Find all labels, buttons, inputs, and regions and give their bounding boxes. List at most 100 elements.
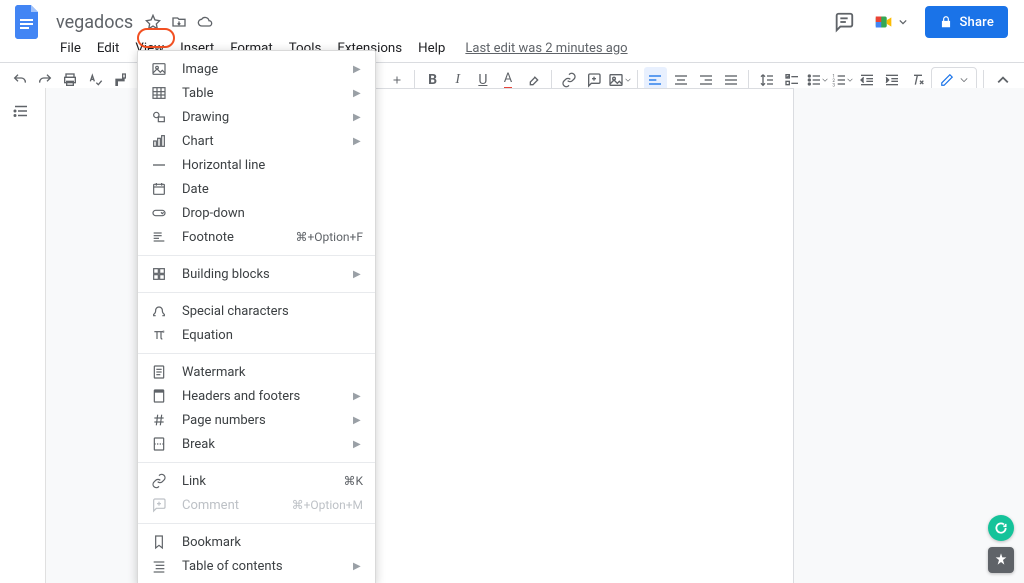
menu-item-shortcut: ⌘+Option+M: [292, 498, 363, 512]
menu-item-label: Link: [182, 474, 329, 489]
star-icon[interactable]: [145, 14, 161, 30]
cloud-icon[interactable]: [197, 14, 213, 30]
toolbar-separator: [551, 70, 552, 90]
insert-menu-item-break[interactable]: Break ▶: [138, 432, 375, 456]
meet-button[interactable]: [873, 11, 907, 33]
menu-separator: [138, 523, 375, 524]
insert-menu-item-drawing[interactable]: Drawing ▶: [138, 105, 375, 129]
move-icon[interactable]: [171, 14, 187, 30]
toolbar-separator: [748, 70, 749, 90]
menu-help[interactable]: Help: [410, 38, 453, 59]
menu-item-label: Bookmark: [182, 535, 363, 550]
break-icon: [150, 435, 168, 453]
headers-icon: [150, 387, 168, 405]
lock-icon: [939, 15, 953, 29]
submenu-arrow-icon: ▶: [353, 415, 363, 426]
menu-item-label: Break: [182, 437, 339, 452]
comments-history-icon[interactable]: [833, 11, 855, 33]
menu-item-label: Chart: [182, 134, 339, 149]
menu-item-label: Page numbers: [182, 413, 339, 428]
toolbar-separator: [983, 70, 984, 90]
footnote-icon: [150, 228, 168, 246]
svg-text:2: 2: [162, 329, 165, 334]
menu-item-label: Building blocks: [182, 267, 339, 282]
insert-menu-item-table[interactable]: Table▶: [138, 81, 375, 105]
pi-icon: 2: [150, 326, 168, 344]
grammarly-widget[interactable]: [988, 515, 1014, 541]
insert-menu-dropdown: Image▶Table▶Drawing▶Chart▶Horizontal lin…: [137, 50, 376, 583]
chevron-down-icon: [899, 18, 907, 26]
menu-item-label: Watermark: [182, 365, 363, 380]
watermark-icon: [150, 363, 168, 381]
omega-icon: [150, 302, 168, 320]
outline-icon[interactable]: [12, 102, 34, 124]
chevron-down-icon: [960, 76, 968, 84]
menu-item-label: Equation: [182, 328, 363, 343]
menu-item-label: Drop-down: [182, 206, 363, 221]
insert-menu-item-equation[interactable]: 2 Equation: [138, 323, 375, 347]
insert-menu-item-link[interactable]: Link ⌘K: [138, 469, 375, 493]
docs-logo[interactable]: [12, 6, 44, 38]
menu-item-shortcut: ⌘K: [343, 474, 363, 488]
drawing-icon: [150, 108, 168, 126]
explore-button[interactable]: [988, 547, 1014, 573]
insert-menu-item-drop-down[interactable]: Drop-down: [138, 201, 375, 225]
title-icons: [145, 14, 213, 30]
last-edit-link[interactable]: Last edit was 2 minutes ago: [465, 41, 627, 56]
insert-menu-item-bookmark[interactable]: Bookmark: [138, 530, 375, 554]
image-icon: [150, 60, 168, 78]
submenu-arrow-icon: ▶: [353, 64, 363, 75]
insert-menu-item-date[interactable]: Date: [138, 177, 375, 201]
insert-menu-item-horizontal-line[interactable]: Horizontal line: [138, 153, 375, 177]
menu-separator: [138, 462, 375, 463]
dropdown-icon: [150, 204, 168, 222]
header-right: Share: [833, 6, 1008, 38]
comment-icon: [150, 496, 168, 514]
insert-menu-item-comment: Comment ⌘+Option+M: [138, 493, 375, 517]
submenu-arrow-icon: ▶: [353, 391, 363, 402]
menu-item-label: Headers and footers: [182, 389, 339, 404]
submenu-arrow-icon: ▶: [353, 269, 363, 280]
menu-edit[interactable]: Edit: [89, 38, 128, 59]
toc-icon: [150, 557, 168, 575]
insert-menu-item-watermark[interactable]: Watermark: [138, 360, 375, 384]
doc-title[interactable]: vegadocs: [50, 12, 139, 33]
link-icon: [150, 472, 168, 490]
menu-separator: [138, 292, 375, 293]
title-bar: vegadocs Share: [0, 0, 1024, 36]
menu-separator: [138, 255, 375, 256]
insert-menu-item-footnote[interactable]: Footnote ⌘+Option+F: [138, 225, 375, 249]
hash-icon: [150, 411, 168, 429]
left-sidebar: [0, 88, 46, 583]
menu-separator: [138, 353, 375, 354]
menu-item-label: Drawing: [182, 110, 339, 125]
insert-menu-item-building-blocks[interactable]: Building blocks ▶: [138, 262, 375, 286]
pencil-icon: [940, 73, 954, 87]
menu-item-label: Table of contents: [182, 559, 339, 574]
toolbar-separator: [414, 70, 415, 90]
table-icon: [150, 84, 168, 102]
share-button[interactable]: Share: [925, 6, 1008, 38]
share-label: Share: [959, 15, 994, 30]
insert-menu-item-page-numbers[interactable]: Page numbers ▶: [138, 408, 375, 432]
menu-item-label: Image: [182, 62, 339, 77]
submenu-arrow-icon: ▶: [353, 112, 363, 123]
insert-menu-item-image[interactable]: Image ▶: [138, 57, 375, 81]
submenu-arrow-icon: ▶: [353, 88, 363, 99]
insert-menu-item-special-characters[interactable]: Special characters: [138, 299, 375, 323]
menu-item-label: Special characters: [182, 304, 363, 319]
menu-item-label: Comment: [182, 498, 278, 513]
insert-menu-item-chart[interactable]: Chart ▶: [138, 129, 375, 153]
menu-item-label: Footnote: [182, 230, 281, 245]
toolbar-separator: [637, 70, 638, 90]
submenu-arrow-icon: ▶: [353, 439, 363, 450]
menu-file[interactable]: File: [52, 38, 89, 59]
insert-menu-item-table-of-contents[interactable]: Table of contents ▶: [138, 554, 375, 578]
hr-icon: [150, 156, 168, 174]
bookmark-icon: [150, 533, 168, 551]
submenu-arrow-icon: ▶: [353, 561, 363, 572]
insert-menu-item-headers-and-footers[interactable]: Headers and footers ▶: [138, 384, 375, 408]
submenu-arrow-icon: ▶: [353, 136, 363, 147]
menu-item-shortcut: ⌘+Option+F: [295, 230, 363, 244]
menu-item-label: Date: [182, 182, 363, 197]
